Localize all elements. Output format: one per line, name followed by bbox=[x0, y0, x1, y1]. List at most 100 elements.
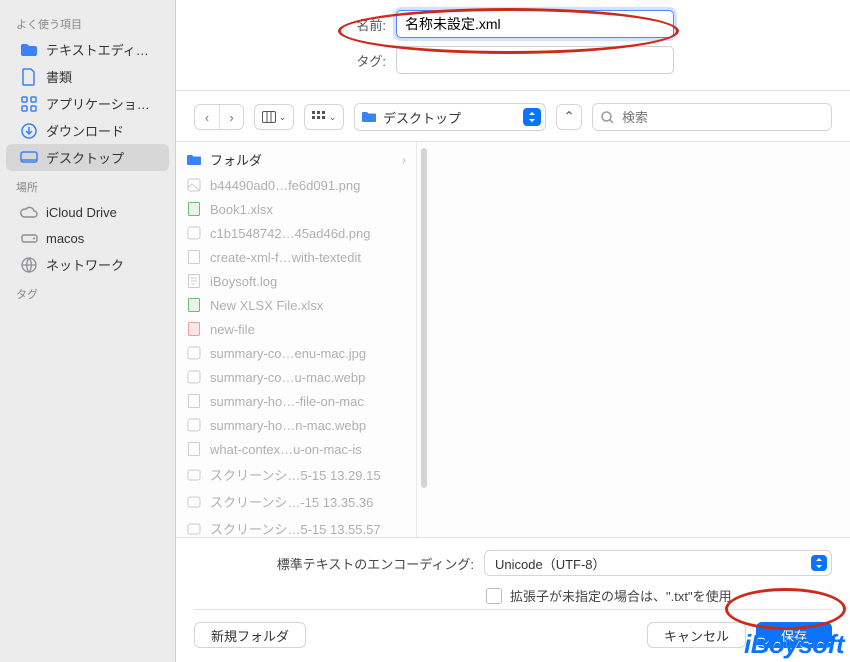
sidebar-item-applications[interactable]: アプリケーショ… bbox=[6, 90, 169, 117]
file-row[interactable]: create-xml-f…with-textedit bbox=[176, 245, 416, 269]
file-row[interactable]: what-contex…u-on-mac-is bbox=[176, 437, 416, 461]
sidebar-item-label: macos bbox=[46, 231, 84, 246]
file-row[interactable]: New XLSX File.xlsx bbox=[176, 293, 416, 317]
sidebar-item-downloads[interactable]: ダウンロード bbox=[6, 117, 169, 144]
document-icon bbox=[20, 68, 38, 86]
popup-indicator-icon bbox=[811, 555, 827, 571]
sidebar-item-label: アプリケーショ… bbox=[46, 94, 150, 113]
chevron-down-icon: ⌄ bbox=[279, 112, 287, 123]
bottom-panel: 標準テキストのエンコーディング: Unicode（UTF-8） 拡張子が未指定の… bbox=[176, 537, 850, 662]
image-icon bbox=[186, 177, 202, 193]
txt-icon bbox=[186, 273, 202, 289]
file-label: スクリーンシ…5-15 13.55.57 bbox=[210, 519, 381, 537]
image-icon bbox=[186, 369, 202, 385]
sidebar-item-macos[interactable]: macos bbox=[6, 225, 169, 251]
search-input[interactable] bbox=[620, 109, 823, 126]
group-mode-button[interactable]: ⌄ bbox=[304, 104, 344, 130]
sidebar-item-label: ダウンロード bbox=[46, 121, 124, 140]
save-button[interactable]: 保存 bbox=[756, 622, 832, 648]
file-label: フォルダ bbox=[210, 150, 262, 169]
sidebar-item-label: ネットワーク bbox=[46, 255, 124, 274]
image-icon bbox=[186, 225, 202, 241]
file-row[interactable]: スクリーンシ…5-15 13.29.15 bbox=[176, 461, 416, 488]
file-label: create-xml-f…with-textedit bbox=[210, 250, 361, 265]
file-row[interactable]: summary-ho…n-mac.webp bbox=[176, 413, 416, 437]
chevron-right-icon: › bbox=[402, 153, 406, 167]
encoding-popup[interactable]: Unicode（UTF-8） bbox=[484, 550, 832, 576]
sidebar-item-label: テキストエディ… bbox=[46, 40, 149, 59]
xlsx-icon bbox=[186, 201, 202, 217]
file-column: フォルダ › b44490ad0…fe6d091.png Book1.xlsx … bbox=[176, 142, 417, 537]
nav-back-button[interactable]: ‹ bbox=[195, 105, 219, 129]
file-label: what-contex…u-on-mac-is bbox=[210, 442, 362, 457]
txt-icon bbox=[186, 321, 202, 337]
file-label: スクリーンシ…5-15 13.29.15 bbox=[210, 465, 381, 484]
name-input[interactable] bbox=[396, 10, 674, 38]
sidebar-item-network[interactable]: ネットワーク bbox=[6, 251, 169, 278]
folder-icon bbox=[186, 152, 202, 168]
sidebar-heading-favorites: よく使う項目 bbox=[0, 8, 175, 36]
file-label: summary-co…u-mac.webp bbox=[210, 370, 365, 385]
sidebar-item-icloud[interactable]: iCloud Drive bbox=[6, 199, 169, 225]
location-label: デスクトップ bbox=[383, 108, 461, 127]
xlsx-icon bbox=[186, 297, 202, 313]
screenshot-icon bbox=[186, 467, 202, 483]
image-icon bbox=[186, 345, 202, 361]
file-row-folder[interactable]: フォルダ › bbox=[176, 146, 416, 173]
empty-column bbox=[431, 142, 850, 537]
file-row[interactable]: Book1.xlsx bbox=[176, 197, 416, 221]
file-row[interactable]: b44490ad0…fe6d091.png bbox=[176, 173, 416, 197]
generic-icon bbox=[186, 393, 202, 409]
generic-icon bbox=[186, 441, 202, 457]
cloud-icon bbox=[20, 203, 38, 221]
name-label: 名前: bbox=[196, 15, 396, 34]
divider bbox=[194, 609, 832, 610]
file-row[interactable]: summary-co…u-mac.webp bbox=[176, 365, 416, 389]
file-label: Book1.xlsx bbox=[210, 202, 273, 217]
generic-icon bbox=[186, 249, 202, 265]
cancel-button[interactable]: キャンセル bbox=[647, 622, 746, 648]
file-label: new-file bbox=[210, 322, 255, 337]
save-dialog: { "top": { "name_label": "名前:", "name_va… bbox=[0, 0, 850, 662]
nav-forward-button[interactable]: › bbox=[219, 105, 243, 129]
file-row[interactable]: スクリーンシ…-15 13.35.36 bbox=[176, 488, 416, 515]
new-folder-button[interactable]: 新規フォルダ bbox=[194, 622, 306, 648]
file-row[interactable]: スクリーンシ…5-15 13.55.57 bbox=[176, 515, 416, 537]
folder-icon bbox=[361, 111, 377, 123]
nav-back-forward: ‹ › bbox=[194, 104, 244, 130]
desktop-icon bbox=[20, 149, 38, 167]
sidebar-item-desktop[interactable]: デスクトップ bbox=[6, 144, 169, 171]
sidebar-item-documents[interactable]: 書類 bbox=[6, 63, 169, 90]
scrollbar[interactable] bbox=[417, 142, 431, 537]
toolbar: ‹ › ⌄ ⌄ bbox=[176, 99, 850, 141]
sidebar-item-label: デスクトップ bbox=[46, 148, 124, 167]
search-field[interactable] bbox=[592, 103, 832, 131]
file-row[interactable]: new-file bbox=[176, 317, 416, 341]
tag-input[interactable] bbox=[396, 46, 674, 74]
file-row[interactable]: summary-co…enu-mac.jpg bbox=[176, 341, 416, 365]
scroll-thumb[interactable] bbox=[421, 148, 427, 488]
screenshot-icon bbox=[186, 521, 202, 537]
sidebar-heading-locations: 場所 bbox=[0, 171, 175, 199]
chevron-right-icon: › bbox=[229, 110, 233, 125]
screenshot-icon bbox=[186, 494, 202, 510]
file-label: c1b1548742…45ad46d.png bbox=[210, 226, 370, 241]
extension-checkbox-label: 拡張子が未指定の場合は、".txt"を使用 bbox=[510, 586, 732, 605]
file-row[interactable]: c1b1548742…45ad46d.png bbox=[176, 221, 416, 245]
file-label: summary-ho…-file-on-mac bbox=[210, 394, 364, 409]
file-label: summary-ho…n-mac.webp bbox=[210, 418, 366, 433]
sidebar-item-textedit[interactable]: テキストエディ… bbox=[6, 36, 169, 63]
file-row[interactable]: iBoysoft.log bbox=[176, 269, 416, 293]
file-label: b44490ad0…fe6d091.png bbox=[210, 178, 360, 193]
folder-icon bbox=[20, 41, 38, 59]
location-popup[interactable]: デスクトップ bbox=[354, 103, 546, 131]
enclosing-folder-button[interactable]: ⌃ bbox=[556, 104, 582, 130]
grid-icon bbox=[312, 111, 326, 123]
image-icon bbox=[186, 417, 202, 433]
file-row[interactable]: summary-ho…-file-on-mac bbox=[176, 389, 416, 413]
extension-checkbox[interactable] bbox=[486, 588, 502, 604]
file-label: summary-co…enu-mac.jpg bbox=[210, 346, 366, 361]
chevron-up-icon: ⌃ bbox=[563, 109, 574, 125]
view-mode-button[interactable]: ⌄ bbox=[254, 104, 294, 130]
encoding-value: Unicode（UTF-8） bbox=[495, 554, 606, 573]
